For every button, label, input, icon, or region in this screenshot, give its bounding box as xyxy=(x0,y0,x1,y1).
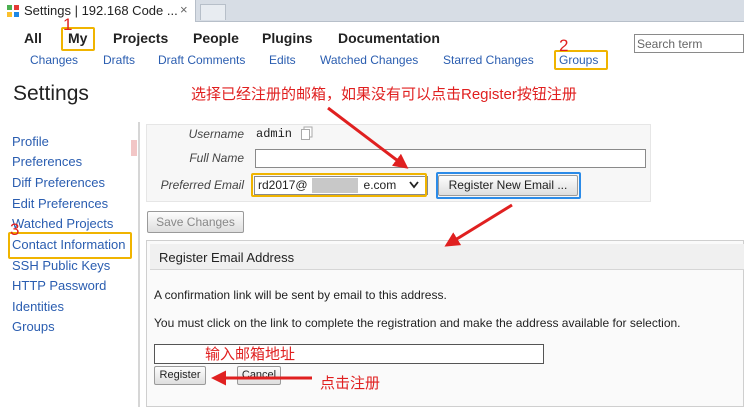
annotation-input-email-hint: 输入邮箱地址 xyxy=(205,346,296,363)
menu-people[interactable]: People xyxy=(193,30,239,46)
username-value: admin xyxy=(256,127,293,141)
content-divider xyxy=(138,122,140,407)
annotation-box-register-new-email xyxy=(436,172,581,199)
save-changes-button[interactable]: Save Changes xyxy=(147,211,244,233)
menu-all[interactable]: All xyxy=(24,30,42,46)
arrow-to-dialog-icon xyxy=(444,203,513,247)
menu-projects[interactable]: Projects xyxy=(113,30,168,46)
sidebar-item-diff-preferences[interactable]: Diff Preferences xyxy=(12,175,105,190)
annotation-select-email-hint: 选择已经注册的邮箱，如果没有可以点击Register按钮注册 xyxy=(191,86,577,103)
annotation-box-email-select xyxy=(251,173,427,197)
gerrit-favicon-icon xyxy=(7,5,19,17)
sidebar-item-profile[interactable]: Profile xyxy=(12,134,49,149)
sidebar-item-http-password[interactable]: HTTP Password xyxy=(12,278,106,293)
submenu-draft-comments[interactable]: Draft Comments xyxy=(158,53,245,67)
dialog-info-line-1: A confirmation link will be sent by emai… xyxy=(154,288,447,302)
annotation-box-contact-information xyxy=(8,232,132,259)
page-title: Settings xyxy=(13,82,89,105)
dialog-title: Register Email Address xyxy=(159,250,295,265)
submenu-changes[interactable]: Changes xyxy=(30,53,78,67)
submenu-edits[interactable]: Edits xyxy=(269,53,296,67)
fullname-field[interactable] xyxy=(255,149,646,168)
new-tab-button[interactable] xyxy=(200,4,226,20)
annotation-number-2: 2 xyxy=(559,36,569,55)
close-icon[interactable]: × xyxy=(180,2,188,17)
sidebar-item-groups[interactable]: Groups xyxy=(12,319,55,334)
annotation-click-register-hint: 点击注册 xyxy=(320,375,381,392)
menu-documentation[interactable]: Documentation xyxy=(338,30,440,46)
submenu-watched-changes[interactable]: Watched Changes xyxy=(320,53,418,67)
menu-plugins[interactable]: Plugins xyxy=(262,30,313,46)
submenu-starred-changes[interactable]: Starred Changes xyxy=(443,53,534,67)
preferred-email-label: Preferred Email xyxy=(160,178,244,192)
copy-icon[interactable] xyxy=(300,126,314,140)
sidebar-item-ssh-public-keys[interactable]: SSH Public Keys xyxy=(12,258,110,273)
sidebar-item-identities[interactable]: Identities xyxy=(12,299,64,314)
fullname-label: Full Name xyxy=(189,151,244,165)
annotation-number-1: 1 xyxy=(63,15,73,34)
dialog-info-line-2: You must click on the link to complete t… xyxy=(154,316,681,330)
browser-tab-title: Settings | 192.168 Code ... xyxy=(24,3,178,18)
sidebar-item-watched-projects[interactable]: Watched Projects xyxy=(12,216,113,231)
cancel-button[interactable]: Cancel xyxy=(237,366,281,385)
sidebar-item-edit-preferences[interactable]: Edit Preferences xyxy=(12,196,108,211)
search-input[interactable] xyxy=(634,34,744,53)
annotation-number-3: 3 xyxy=(10,220,20,239)
username-label: Username xyxy=(188,127,244,141)
scroll-marker xyxy=(131,140,137,156)
sidebar-item-preferences[interactable]: Preferences xyxy=(12,154,82,169)
submenu-drafts[interactable]: Drafts xyxy=(103,53,135,67)
register-button[interactable]: Register xyxy=(154,366,206,385)
